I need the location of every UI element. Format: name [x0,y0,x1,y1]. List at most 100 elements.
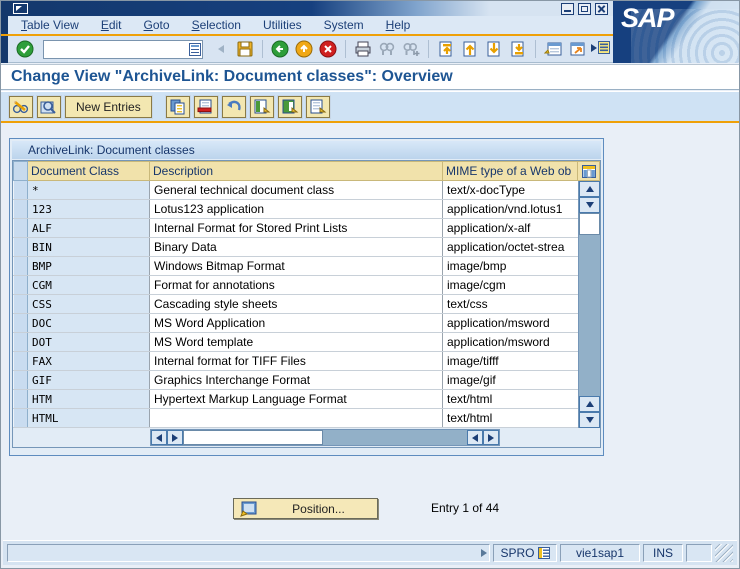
menu-item-table-view[interactable]: Table View [21,18,79,32]
vertical-scroll-thumb[interactable] [579,213,600,235]
scroll-right-icon[interactable] [483,430,499,445]
cell-description[interactable]: MS Word Application [150,314,443,332]
row-selector[interactable] [13,390,28,408]
cell-mime[interactable]: application/msword [443,333,578,351]
table-configuration-icon[interactable] [578,161,600,181]
cancel-icon[interactable] [318,39,338,59]
row-selector[interactable] [13,238,28,256]
cell-description[interactable]: Internal Format for Stored Print Lists [150,219,443,237]
cell-doc-class[interactable]: CSS [28,295,150,313]
undo-icon[interactable] [222,96,246,118]
cell-doc-class[interactable]: ALF [28,219,150,237]
scroll-up-icon[interactable] [579,396,600,412]
scroll-left-icon[interactable] [151,430,167,445]
cell-description[interactable]: Binary Data [150,238,443,256]
new-entries-button[interactable]: New Entries [65,96,152,118]
cell-doc-class[interactable]: BIN [28,238,150,256]
minimize-button[interactable] [561,3,574,15]
cell-doc-class[interactable]: CGM [28,276,150,294]
row-selector[interactable] [13,352,28,370]
cell-description[interactable]: Graphics Interchange Format [150,371,443,389]
command-field[interactable] [43,40,203,59]
cell-doc-class[interactable]: GIF [28,371,150,389]
cell-mime[interactable]: application/msword [443,314,578,332]
new-session-icon[interactable] [543,39,563,59]
find-icon[interactable] [377,39,397,59]
cell-doc-class[interactable]: DOC [28,314,150,332]
cell-description[interactable]: Hypertext Markup Language Format [150,390,443,408]
cell-description[interactable]: Windows Bitmap Format [150,257,443,275]
select-block-icon[interactable] [278,96,302,118]
create-shortcut-icon[interactable] [567,39,587,59]
cell-mime[interactable]: text/css [443,295,578,313]
row-selector[interactable] [13,181,28,199]
deselect-all-icon[interactable] [306,96,330,118]
menu-item-goto[interactable]: Goto [144,18,170,32]
cell-mime[interactable]: application/octet-strea [443,238,578,256]
scroll-left-icon[interactable] [467,430,483,445]
menu-item-edit[interactable]: Edit [101,18,122,32]
copy-as-icon[interactable] [166,96,190,118]
hide-command-field-icon[interactable] [211,39,231,59]
cell-doc-class[interactable]: HTM [28,390,150,408]
previous-page-icon[interactable] [460,39,480,59]
cell-description[interactable]: Format for annotations [150,276,443,294]
toggle-display-change-button[interactable] [9,96,33,118]
cell-description[interactable]: Internal format for TIFF Files [150,352,443,370]
exit-icon[interactable] [294,39,314,59]
cell-mime[interactable]: image/tifff [443,352,578,370]
row-selector[interactable] [13,333,28,351]
position-button[interactable]: Position... [233,498,378,519]
scroll-down-icon[interactable] [579,197,600,213]
cell-doc-class[interactable]: FAX [28,352,150,370]
scroll-up-icon[interactable] [579,181,600,197]
cell-description[interactable]: Lotus123 application [150,200,443,218]
status-transaction-panel[interactable]: SPRO [493,544,557,562]
last-page-icon[interactable] [508,39,528,59]
display-button[interactable] [37,96,61,118]
menu-item-utilities[interactable]: Utilities [263,18,302,32]
next-page-icon[interactable] [484,39,504,59]
row-selector[interactable] [13,200,28,218]
row-selector[interactable] [13,257,28,275]
status-expand-icon[interactable] [481,549,487,557]
cell-doc-class[interactable]: 123 [28,200,150,218]
maximize-button[interactable] [578,3,591,15]
column-header-document-class[interactable]: Document Class [28,161,150,181]
cell-mime[interactable]: image/cgm [443,276,578,294]
horizontal-scroll-thumb[interactable] [183,430,323,445]
row-selector[interactable] [13,314,28,332]
enter-icon[interactable] [15,39,35,59]
row-selector[interactable] [13,276,28,294]
cell-mime[interactable]: image/gif [443,371,578,389]
cell-doc-class[interactable]: BMP [28,257,150,275]
status-insert-mode-panel[interactable]: INS [643,544,683,562]
cell-mime[interactable]: application/x-alf [443,219,578,237]
cell-mime[interactable]: text/x-docType [443,181,578,199]
back-icon[interactable] [270,39,290,59]
cell-doc-class[interactable]: DOT [28,333,150,351]
cell-description[interactable]: General technical document class [150,181,443,199]
cell-doc-class[interactable]: HTML [28,409,150,427]
delete-icon[interactable] [194,96,218,118]
row-selector[interactable] [13,409,28,427]
vertical-scroll-track[interactable] [579,235,600,396]
expand-toolbar-icon[interactable] [591,41,610,54]
cell-description[interactable] [150,409,443,427]
row-selector[interactable] [13,371,28,389]
command-history-icon[interactable] [189,43,201,56]
status-message-field[interactable] [7,544,490,562]
cell-mime[interactable]: text/html [443,390,578,408]
menu-item-help[interactable]: Help [386,18,411,32]
print-icon[interactable] [353,39,373,59]
resize-grip[interactable] [715,544,733,562]
menu-item-system[interactable]: System [324,18,364,32]
row-selector[interactable] [13,295,28,313]
cell-description[interactable]: MS Word template [150,333,443,351]
horizontal-scroll-track[interactable] [323,430,467,445]
cell-mime[interactable]: application/vnd.lotus1 [443,200,578,218]
close-button[interactable] [595,3,608,15]
scroll-down-icon[interactable] [579,412,600,428]
menu-item-selection[interactable]: Selection [192,18,241,32]
column-header-description[interactable]: Description [150,161,443,181]
